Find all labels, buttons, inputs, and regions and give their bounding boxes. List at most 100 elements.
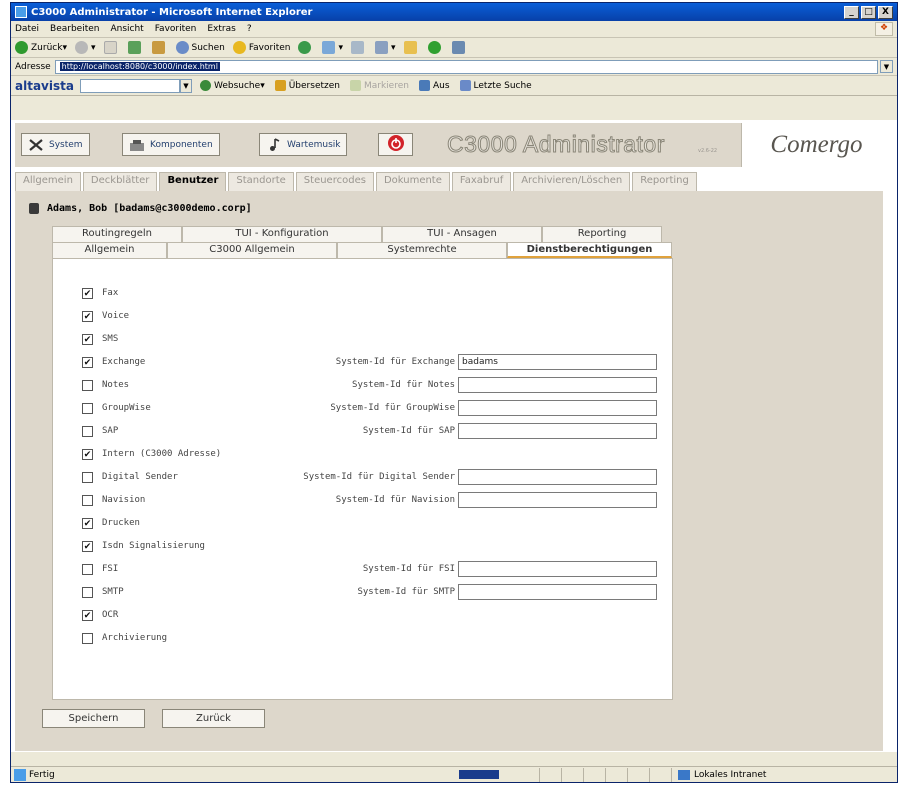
messenger-button[interactable] [427,41,444,54]
menu-help[interactable]: ? [247,24,252,34]
edit-button[interactable]: ▾ [375,41,396,54]
off-icon [418,80,430,91]
address-dropdown-icon[interactable]: ▼ [880,60,893,73]
permission-checkbox[interactable] [82,633,93,644]
system-button[interactable]: System [21,133,90,156]
altavista-search-input[interactable] [79,78,180,93]
system-id-input[interactable] [458,492,657,508]
permission-row: Notes System-Id für Notes [53,377,673,400]
menu-tools[interactable]: Extras [207,24,235,34]
permission-checkbox[interactable] [82,495,93,506]
back-nav-button[interactable]: Zurück [162,709,265,728]
print-icon [351,41,365,54]
menu-view[interactable]: Ansicht [110,24,143,34]
address-input[interactable]: http://localhost:8080/c3000/index.html [54,59,878,74]
window-title: C3000 Administrator - Microsoft Internet… [31,6,313,18]
system-id-input[interactable] [458,423,657,439]
system-id-input[interactable] [458,377,657,393]
mark-label: Markieren [363,80,409,91]
forward-button[interactable]: ▾ [74,41,96,54]
tab-allgemein[interactable]: Allgemein [15,172,81,191]
permission-checkbox[interactable]: ✔ [82,357,93,368]
permission-checkbox[interactable] [82,426,93,437]
discuss-button[interactable] [451,41,468,54]
subtab-tui-ansagen[interactable]: TUI - Ansagen [382,226,542,242]
tab-faxabruf[interactable]: Faxabruf [451,172,512,191]
menu-edit[interactable]: Bearbeiten [50,24,99,34]
permission-checkbox[interactable]: ✔ [82,518,93,529]
folder-button[interactable] [403,41,420,54]
tab-standorte[interactable]: Standorte [228,172,294,191]
intranet-icon [678,769,690,780]
permission-checkbox[interactable]: ✔ [82,610,93,621]
save-button[interactable]: Speichern [42,709,145,728]
permission-checkbox[interactable] [82,564,93,575]
components-button-label: Komponenten [150,139,213,150]
print-button[interactable] [351,41,367,54]
permission-checkbox[interactable] [82,587,93,598]
subtab-tui-konfiguration[interactable]: TUI - Konfiguration [182,226,382,242]
system-id-input[interactable] [458,561,657,577]
permission-checkbox[interactable]: ✔ [82,449,93,460]
translate-button[interactable]: Übersetzen [274,80,340,91]
tab-reporting[interactable]: Reporting [632,172,697,191]
subtab-systemrechte[interactable]: Systemrechte [337,242,507,258]
tab-benutzer[interactable]: Benutzer [159,172,227,191]
permission-checkbox[interactable] [82,380,93,391]
stop-button[interactable] [103,41,120,54]
permissions-panel: ✔ Fax ✔ Voice ✔ SMS ✔ Exchange System-Id für Exc… [52,258,673,700]
history-button[interactable] [298,41,314,54]
zone-text: Lokales Intranet [694,769,767,780]
subtab-routingregeln[interactable]: Routingregeln [52,226,182,242]
tab-archivieren-löschen[interactable]: Archivieren/Löschen [513,172,631,191]
tab-deckblätter[interactable]: Deckblätter [82,172,158,191]
user-name: Adams, Bob [badams@c3000demo.corp] [47,203,252,214]
close-button[interactable]: X [878,5,893,19]
permission-checkbox[interactable]: ✔ [82,288,93,299]
permission-checkbox[interactable]: ✔ [82,334,93,345]
refresh-button[interactable] [127,41,144,54]
subtab-c3000-allgemein[interactable]: C3000 Allgemein [167,242,337,258]
back-button[interactable]: Zurück ▾ [15,41,67,54]
favorites-button[interactable]: Favoriten [232,41,290,54]
zone-area: Lokales Intranet [671,767,767,782]
mark-icon [349,80,361,91]
maximize-button[interactable]: □ [861,5,876,19]
system-id-input[interactable] [458,469,657,485]
sub-tabs-row-2: Allgemein C3000 Allgemein Systemrechte Dien… [52,242,672,258]
status-segment [627,767,649,782]
websearch-button[interactable]: Websuche ▾ [199,80,265,91]
permission-checkbox[interactable]: ✔ [82,541,93,552]
tab-steuercodes[interactable]: Steuercodes [295,172,374,191]
system-id-input[interactable] [458,400,657,416]
websearch-label: Websuche [213,80,261,91]
permission-label: Navision [102,495,146,505]
tab-dokumente[interactable]: Dokumente [375,172,450,191]
home-button[interactable] [151,41,168,54]
off-button[interactable]: Aus [418,80,450,91]
system-id-input[interactable]: badams [458,354,657,370]
address-bar: Adresse http://localhost:8080/c3000/inde… [11,58,897,76]
menu-file[interactable]: Datei [15,24,39,34]
power-button[interactable] [378,133,413,156]
permission-checkbox[interactable] [82,403,93,414]
subtab-dienstberechtigungen[interactable]: Dienstberechtigungen [507,242,672,258]
subtab-reporting[interactable]: Reporting [542,226,662,242]
altavista-dropdown-icon[interactable]: ▼ [179,78,192,93]
progress-bar [459,770,499,779]
subtab-allgemein[interactable]: Allgemein [52,242,167,258]
permission-checkbox[interactable]: ✔ [82,311,93,322]
permission-checkbox[interactable] [82,472,93,483]
status-segment [561,767,583,782]
mail-button[interactable]: ▾ [322,41,343,54]
minimize-button[interactable]: _ [844,5,859,19]
search-button[interactable]: Suchen [175,41,225,54]
mark-button[interactable]: Markieren [349,80,409,91]
user-icon [29,203,39,214]
system-id-input[interactable] [458,584,657,600]
menu-favorites[interactable]: Favoriten [155,24,197,34]
permission-label: Isdn Signalisierung [102,541,205,551]
components-button[interactable]: Komponenten [122,133,220,156]
waiting-music-button[interactable]: Wartemusik [259,133,348,156]
last-search-button[interactable]: Letzte Suche [459,80,532,91]
